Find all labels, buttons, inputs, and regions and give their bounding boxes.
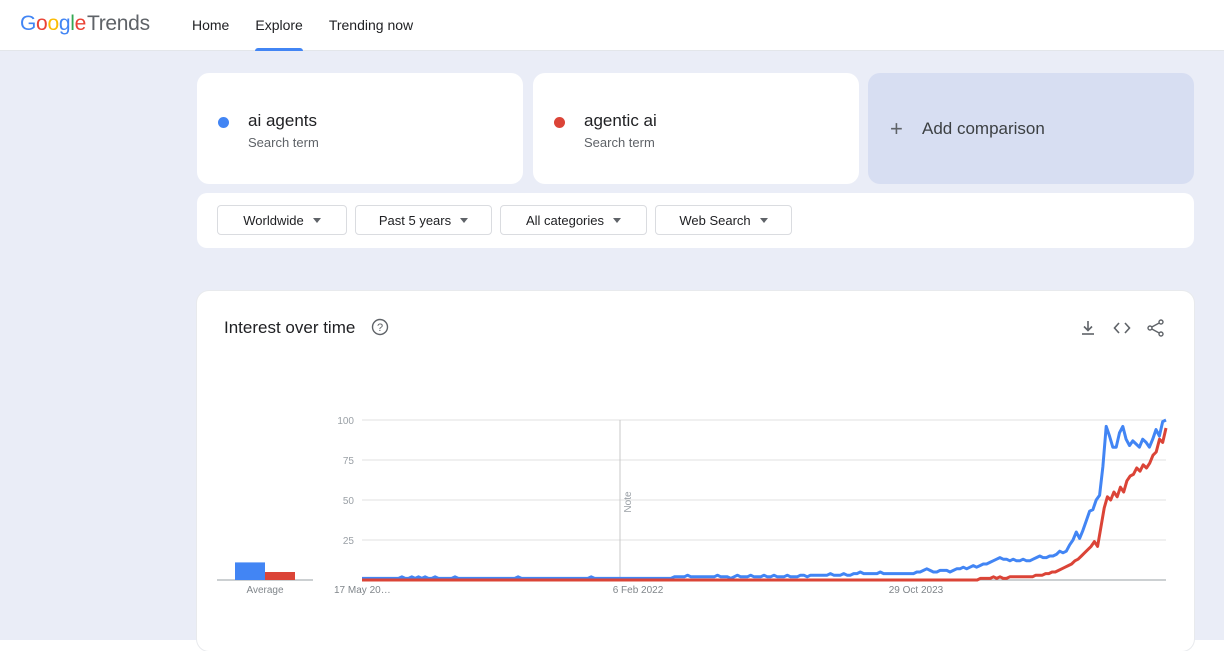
search-term: ai agents [248,111,317,130]
nav-trending-now[interactable]: Trending now [316,0,426,50]
download-icon[interactable] [1078,318,1098,338]
search-term-card-2[interactable]: agentic ai Search term [533,73,859,184]
search-term: agentic ai [584,111,657,130]
google-trends-logo[interactable]: G o o g l e Trends [20,12,150,36]
filter-label: Past 5 years [378,212,452,228]
search-term-card-1[interactable]: ai agents Search term [197,73,523,184]
main-nav: Home Explore Trending now [192,0,426,51]
caret-down-icon [312,217,321,223]
search-type-filter[interactable]: Web Search [655,205,792,235]
help-circle-icon[interactable]: ? [371,318,389,336]
search-term-type: Search term [584,135,655,150]
filter-label: Worldwide [243,212,304,228]
plus-icon: + [890,115,903,141]
top-bar: G o o g l e Trends Home Explore Trending… [0,0,1224,51]
embed-code-icon[interactable] [1112,318,1132,338]
share-icon[interactable] [1146,318,1166,338]
nav-explore[interactable]: Explore [242,0,315,51]
logo-letter: g [58,12,71,35]
chart-title: Interest over time [224,318,356,337]
time-range-filter[interactable]: Past 5 years [355,205,492,235]
series-color-dot [218,117,229,128]
interest-over-time-card [197,291,1194,651]
nav-home[interactable]: Home [192,0,242,50]
caret-down-icon [613,217,622,223]
logo-letter: G [20,12,37,35]
logo-letter: o [36,12,48,35]
category-filter[interactable]: All categories [500,205,647,235]
logo-letter: e [74,12,87,35]
add-comparison-button[interactable]: + Add comparison [868,73,1194,184]
series-color-dot [554,117,565,128]
search-term-type: Search term [248,135,319,150]
filter-label: All categories [525,212,605,228]
svg-text:?: ? [377,322,383,334]
caret-down-icon [460,217,469,223]
logo-brand: Trends [86,12,150,35]
filter-label: Web Search [679,212,751,228]
add-comparison-label: Add comparison [922,118,1045,138]
location-filter[interactable]: Worldwide [217,205,347,235]
caret-down-icon [759,217,768,223]
logo-letter: o [47,12,59,35]
filter-bar: Worldwide Past 5 years All categories We… [197,193,1194,248]
